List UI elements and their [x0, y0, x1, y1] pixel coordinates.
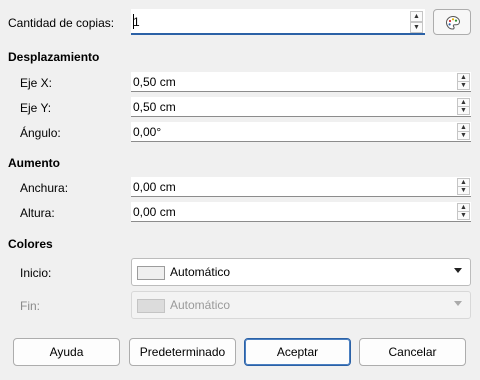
- decrement-icon[interactable]: ▼: [457, 81, 470, 90]
- width-label: Anchura:: [20, 181, 69, 195]
- chevron-down-icon: [454, 268, 462, 273]
- end-color-swatch: [137, 299, 165, 313]
- height-label: Altura:: [20, 206, 55, 220]
- angle-spin-buttons[interactable]: ▲ ▼: [457, 123, 470, 140]
- start-color-label: Inicio:: [20, 266, 52, 280]
- angle-label: Ángulo:: [20, 126, 61, 140]
- y-offset-value: 0,50 cm: [133, 100, 176, 114]
- height-value: 0,00 cm: [133, 205, 176, 219]
- x-offset-spinbox[interactable]: 0,50 cm ▲ ▼: [131, 72, 471, 92]
- help-button[interactable]: Ayuda: [13, 338, 120, 366]
- angle-value: 0,00°: [133, 125, 162, 139]
- x-offset-spin-buttons[interactable]: ▲ ▼: [457, 73, 470, 90]
- ok-button[interactable]: Aceptar: [244, 338, 351, 366]
- section-heading-colors: Colores: [8, 237, 53, 251]
- palette-icon: [445, 15, 461, 30]
- reset-button[interactable]: Predeterminado: [129, 338, 236, 366]
- copies-value: 1: [133, 15, 140, 29]
- section-heading-enlargement: Aumento: [8, 156, 60, 170]
- start-color-value: Automático: [170, 265, 231, 279]
- decrement-icon[interactable]: ▼: [457, 186, 470, 195]
- end-color-value: Automático: [170, 298, 231, 312]
- cancel-button[interactable]: Cancelar: [359, 338, 466, 366]
- x-offset-value: 0,50 cm: [133, 75, 176, 89]
- end-color-dropdown[interactable]: Automático: [131, 291, 471, 319]
- copies-spin-buttons[interactable]: ▲ ▼: [410, 11, 423, 33]
- section-heading-placement: Desplazamiento: [8, 50, 100, 64]
- decrement-icon[interactable]: ▼: [457, 106, 470, 115]
- height-spin-buttons[interactable]: ▲ ▼: [457, 203, 470, 220]
- chevron-down-icon: [454, 301, 462, 306]
- y-offset-spin-buttons[interactable]: ▲ ▼: [457, 98, 470, 115]
- copies-label: Cantidad de copias:: [8, 16, 115, 30]
- height-spinbox[interactable]: 0,00 cm ▲ ▼: [131, 202, 471, 222]
- decrement-icon[interactable]: ▼: [457, 211, 470, 220]
- copies-spinbox[interactable]: 1 ▲ ▼: [131, 9, 425, 35]
- width-spin-buttons[interactable]: ▲ ▼: [457, 178, 470, 195]
- start-color-dropdown[interactable]: Automático: [131, 258, 471, 286]
- width-value: 0,00 cm: [133, 180, 176, 194]
- increment-icon[interactable]: ▲: [410, 11, 423, 22]
- decrement-icon[interactable]: ▼: [410, 22, 423, 33]
- start-color-swatch: [137, 266, 165, 280]
- y-offset-spinbox[interactable]: 0,50 cm ▲ ▼: [131, 97, 471, 117]
- x-offset-label: Eje X:: [20, 76, 53, 90]
- end-color-label: Fin:: [20, 299, 41, 313]
- width-spinbox[interactable]: 0,00 cm ▲ ▼: [131, 177, 471, 197]
- angle-spinbox[interactable]: 0,00° ▲ ▼: [131, 122, 471, 142]
- decrement-icon[interactable]: ▼: [457, 131, 470, 140]
- y-offset-label: Eje Y:: [20, 101, 52, 115]
- color-palette-button[interactable]: [433, 9, 471, 35]
- text-cursor: [133, 14, 134, 29]
